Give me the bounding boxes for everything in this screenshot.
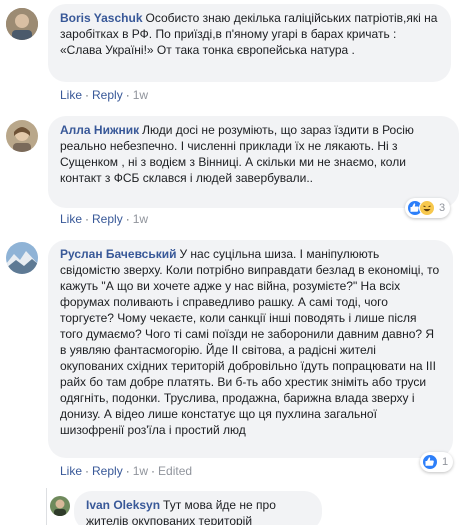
edited-label[interactable]: Edited bbox=[158, 464, 192, 478]
comment-actions: Like · Reply · 1w bbox=[60, 212, 149, 226]
reactions-summary[interactable]: 1 bbox=[420, 452, 454, 472]
comment-author[interactable]: Boris Yaschuk bbox=[60, 11, 143, 25]
like-button[interactable]: Like bbox=[60, 88, 82, 102]
comment-bubble: Алла Нижник Люди досі не розуміють, що за… bbox=[48, 116, 459, 208]
reply-button[interactable]: Reply bbox=[92, 88, 123, 102]
avatar[interactable] bbox=[6, 242, 38, 274]
reply-bubble: Ivan Oleksyn Тут мова йде не про жителів … bbox=[74, 491, 322, 525]
comment-author[interactable]: Руслан Бачевський bbox=[60, 247, 176, 261]
like-button[interactable]: Like bbox=[60, 212, 82, 226]
thread-line bbox=[46, 488, 47, 525]
reply-button[interactable]: Reply bbox=[92, 212, 123, 226]
avatar[interactable] bbox=[50, 496, 70, 516]
comment-bubble: Руслан Бачевський У нас суцільна шиза. І … bbox=[48, 240, 453, 458]
laughing-face-icon bbox=[419, 200, 435, 216]
avatar[interactable] bbox=[6, 8, 38, 40]
thumbs-up-icon bbox=[422, 454, 438, 470]
comment-actions: Like · Reply · 1w bbox=[60, 88, 149, 102]
comment-actions: Like · Reply · 1w · Edited bbox=[60, 464, 193, 478]
comment-timestamp[interactable]: 1w bbox=[133, 88, 148, 102]
reply-thread: Ivan Oleksyn Тут мова йде не про жителів … bbox=[46, 488, 465, 525]
comment-timestamp[interactable]: 1w bbox=[133, 464, 148, 478]
comment-author[interactable]: Алла Нижник bbox=[60, 123, 139, 137]
comment-text: У нас суцільна шиза. І маніпулюють свідо… bbox=[60, 247, 440, 437]
reactions-summary[interactable]: 3 bbox=[405, 198, 451, 218]
comment-timestamp[interactable]: 1w bbox=[133, 212, 148, 226]
like-button[interactable]: Like bbox=[60, 464, 82, 478]
reply-author[interactable]: Ivan Oleksyn bbox=[86, 498, 160, 512]
reaction-count: 1 bbox=[442, 456, 449, 468]
comment-bubble: Boris Yaschuk Особисто знаю декілька галі… bbox=[48, 4, 451, 82]
reaction-count: 3 bbox=[439, 202, 446, 214]
avatar[interactable] bbox=[6, 120, 38, 152]
reply-button[interactable]: Reply bbox=[92, 464, 123, 478]
